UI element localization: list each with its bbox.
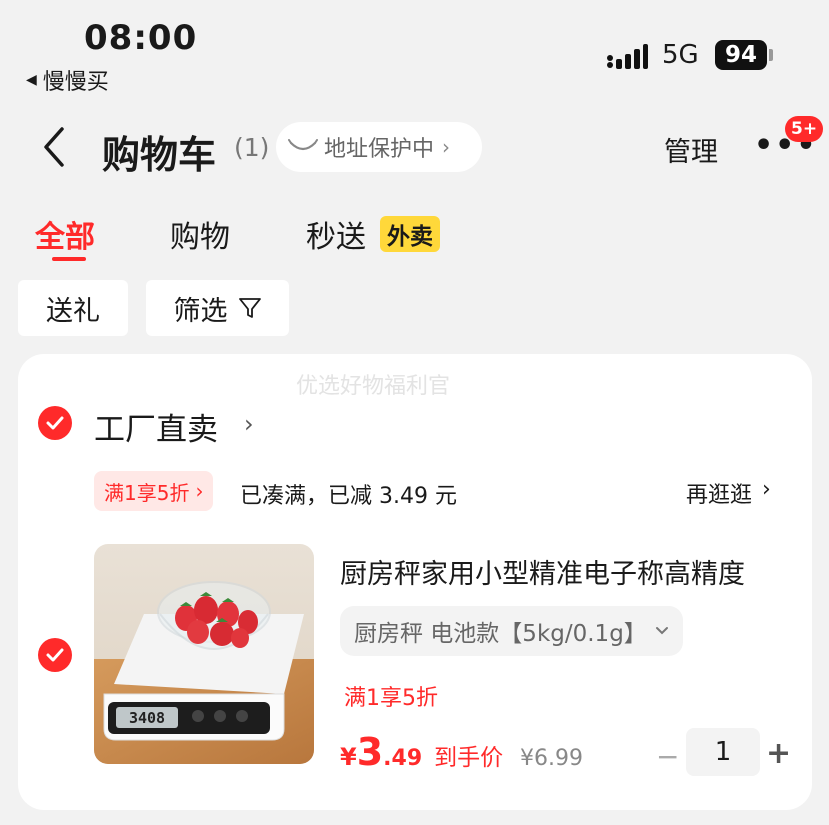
signal-icon — [607, 44, 648, 69]
store-chevron-icon[interactable]: › — [244, 410, 254, 438]
shop-more-link[interactable]: 再逛逛 › — [686, 477, 771, 509]
watermark-text: 优选好物福利官 — [296, 374, 451, 399]
status-time: 08:00 — [84, 18, 198, 58]
address-protect-label: 地址保护中 — [324, 137, 435, 162]
manage-button[interactable]: 管理 — [664, 130, 718, 169]
tab-shopping[interactable]: 购物 — [170, 212, 230, 256]
price-integer: 3 — [356, 730, 384, 774]
gift-filter-chip[interactable]: 送礼 — [18, 280, 128, 336]
store-name[interactable]: 工厂直卖 — [94, 404, 218, 449]
store-select-checkbox[interactable] — [38, 406, 72, 440]
item-select-checkbox[interactable] — [38, 638, 72, 672]
back-triangle-icon: ◀ — [26, 72, 37, 88]
cart-count: (1) — [234, 133, 270, 162]
tab-express[interactable]: 秒送 — [306, 212, 366, 256]
back-arrow-icon[interactable] — [40, 125, 70, 169]
battery-icon: 94 — [715, 40, 767, 70]
promo-tag-label: 满1享5折 — [104, 480, 190, 505]
page-title: 购物车 — [102, 133, 217, 177]
checkmark-icon — [46, 648, 64, 662]
back-app-label: 慢慢买 — [42, 70, 109, 95]
filter-chip-label: 筛选 — [173, 295, 228, 327]
network-type: 5G — [662, 40, 699, 70]
price-label: 到手价 — [434, 745, 504, 771]
active-tab-indicator — [52, 257, 86, 261]
battery-tip — [769, 49, 773, 61]
filter-chip[interactable]: 筛选 — [146, 280, 289, 336]
increase-quantity-button[interactable]: + — [766, 736, 791, 771]
back-to-app-link[interactable]: ◀ 慢慢买 — [26, 64, 109, 96]
product-image[interactable]: 3408 — [94, 544, 314, 764]
scale-display-value: 3408 — [129, 709, 165, 727]
promo-chevron-icon: › — [195, 479, 204, 503]
spec-selector[interactable]: 厨房秤 电池款【5kg/0.1g】 — [340, 606, 683, 656]
quantity-input[interactable]: 1 — [686, 728, 760, 776]
funnel-icon — [238, 298, 261, 318]
product-name[interactable]: 厨房秤家用小型精准电子称高精度 — [340, 552, 745, 591]
shop-more-label: 再逛逛 — [686, 483, 753, 508]
promo-tag[interactable]: 满1享5折 › — [94, 471, 214, 511]
decrease-quantity-button[interactable]: − — [656, 740, 679, 773]
notification-badge: 5+ — [785, 116, 824, 142]
gift-chip-label: 送礼 — [46, 295, 100, 327]
tab-all[interactable]: 全部 — [35, 212, 95, 256]
price-decimal: .49 — [383, 746, 423, 771]
checkmark-icon — [46, 416, 64, 430]
chevron-down-icon — [655, 627, 668, 635]
spec-label: 厨房秤 电池款【5kg/0.1g】 — [354, 621, 647, 647]
promo-status: 已凑满，已减 3.49 元 — [240, 484, 457, 509]
original-price: ¥6.99 — [520, 746, 583, 771]
waimai-tag: 外卖 — [380, 216, 440, 252]
product-promo: 满1享5折 — [344, 686, 438, 711]
price-symbol: ¥ — [340, 743, 357, 771]
smile-arc-icon — [288, 139, 318, 151]
address-protect-pill[interactable]: 地址保护中 › — [276, 122, 482, 172]
chevron-right-icon: › — [762, 477, 771, 502]
final-price: ¥ 3 .49 到手价 — [340, 730, 503, 774]
chevron-right-icon: › — [442, 135, 451, 159]
